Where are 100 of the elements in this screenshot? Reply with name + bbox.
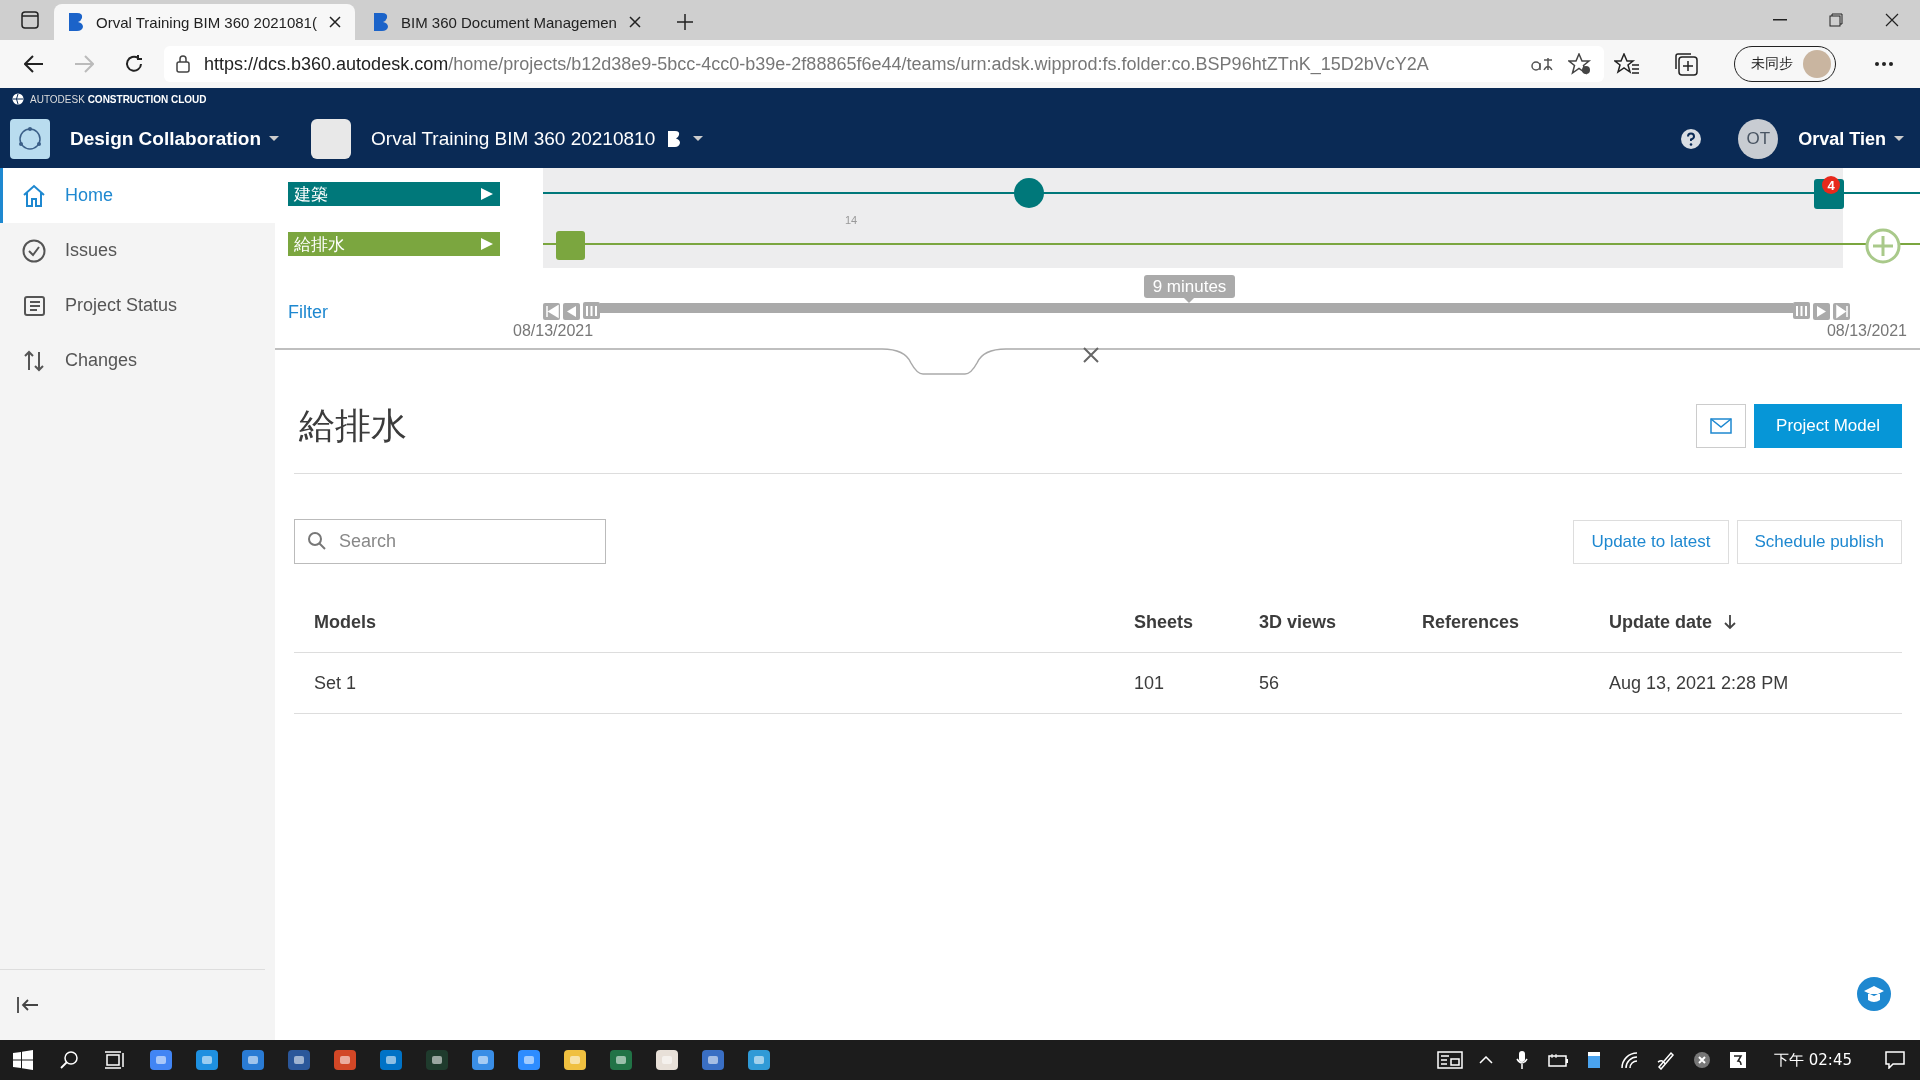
- favorites-icon[interactable]: [1614, 53, 1640, 75]
- wifi-icon[interactable]: [1620, 1051, 1640, 1069]
- module-icon[interactable]: [10, 119, 50, 159]
- app-icon[interactable]: [471, 1048, 495, 1072]
- help-icon[interactable]: [1680, 128, 1703, 150]
- back-arrow-icon[interactable]: [24, 55, 44, 73]
- restore-icon[interactable]: [1829, 13, 1843, 27]
- learning-icon[interactable]: [1856, 976, 1892, 1012]
- mail-icon: [1710, 418, 1733, 434]
- project-switcher[interactable]: Orval Training BIM 360 20210810: [365, 127, 710, 151]
- task-view-icon[interactable]: [104, 1050, 126, 1070]
- news-icon[interactable]: [1437, 1050, 1463, 1070]
- action-button[interactable]: Schedule publish: [1736, 519, 1902, 564]
- email-button[interactable]: [1696, 404, 1747, 448]
- start-date: 08/13/2021: [513, 322, 594, 339]
- table-cell: Set 1: [294, 653, 1114, 714]
- notifications-icon[interactable]: [1885, 1051, 1905, 1069]
- address-bar[interactable]: https://dcs.b360.autodesk.com/home/projects/b12d38e9-5bcc-4cc0-b39e-2f88865f6e44/teams/urn:adsk.wipprod:fs.folder:co.BSP96htZTnK_15D2bVcY2A: [164, 46, 1604, 82]
- pen-icon[interactable]: [1656, 1050, 1676, 1070]
- table-cell: Aug 13, 2021 2:28 PM: [1589, 653, 1902, 714]
- app-icon[interactable]: [425, 1048, 449, 1072]
- caret-icon: [269, 136, 280, 142]
- app-icon[interactable]: [333, 1048, 357, 1072]
- table-cell: 101: [1114, 653, 1239, 714]
- add-favorite-icon[interactable]: [1568, 53, 1592, 75]
- browser-tab[interactable]: BIM 360 Document Managemen: [358, 4, 655, 40]
- close-icon[interactable]: [1885, 13, 1899, 27]
- browser-tab[interactable]: Orval Training BIM 360 2021081(: [54, 4, 355, 40]
- logo-icon: [667, 130, 682, 148]
- app-icon[interactable]: [609, 1048, 633, 1072]
- skip-start-icon[interactable]: [543, 303, 560, 320]
- sidebar-item[interactable]: Project Status: [0, 278, 275, 333]
- end-date: 08/13/2021: [1826, 322, 1907, 339]
- app-icon[interactable]: [195, 1048, 219, 1072]
- table-cell: 56: [1239, 653, 1402, 714]
- lock-icon: [176, 55, 190, 73]
- action-button[interactable]: Update to latest: [1573, 519, 1729, 564]
- search-icon[interactable]: [59, 1050, 79, 1070]
- app-icon[interactable]: [149, 1048, 173, 1072]
- duration-tooltip: 9 minutes: [1144, 275, 1235, 303]
- url-text: https://dcs.b360.autodesk.com/home/projects/b12d38e9-5bcc-4cc0-b39e-2f88865f6e44/teams/urn:adsk.wipprod:fs.folder:co.BSP96htZTnK_15D2bVcY2A: [204, 53, 1429, 75]
- timeline-marker[interactable]: [1014, 178, 1044, 208]
- search-field[interactable]: Search: [294, 519, 606, 564]
- globe-logo-icon: [12, 93, 24, 105]
- home-icon: [21, 182, 47, 209]
- sidebar-item[interactable]: Home: [0, 168, 275, 223]
- collapse-icon[interactable]: [16, 996, 40, 1014]
- input-method-icon[interactable]: [1729, 1051, 1747, 1069]
- app-icon[interactable]: [517, 1048, 541, 1072]
- sort-arrow-icon: [1724, 614, 1737, 630]
- filter-link[interactable]: Filter: [288, 302, 500, 323]
- caret-icon: [693, 136, 704, 142]
- clock[interactable]: 下午 02:45: [1756, 1050, 1870, 1070]
- package-title: 給排水: [298, 403, 407, 448]
- play-icon: [480, 187, 494, 201]
- play-icon: [480, 237, 494, 251]
- minimize-icon[interactable]: [1773, 19, 1787, 21]
- range-handle[interactable]: [1793, 302, 1810, 319]
- favicon-icon: [68, 12, 84, 32]
- module-switcher[interactable]: Design Collaboration: [64, 127, 286, 151]
- app-icon[interactable]: [655, 1048, 679, 1072]
- search-icon: [307, 531, 327, 551]
- app-icon[interactable]: [241, 1048, 265, 1072]
- more-icon[interactable]: [1874, 61, 1894, 67]
- favicon-icon: [372, 12, 389, 32]
- app-icon[interactable]: [747, 1048, 771, 1072]
- app-icon[interactable]: [563, 1048, 587, 1072]
- close-icon[interactable]: [628, 16, 641, 28]
- app-icon[interactable]: [701, 1048, 725, 1072]
- tick-label: 14: [844, 214, 858, 226]
- plus-icon[interactable]: [675, 13, 694, 31]
- count-badge: 4: [1822, 176, 1840, 194]
- microphone-icon[interactable]: [1516, 1050, 1528, 1070]
- timeline-marker[interactable]: [556, 231, 585, 260]
- range-handle[interactable]: [583, 302, 600, 319]
- battery-icon[interactable]: [1547, 1053, 1569, 1067]
- close-icon[interactable]: [328, 16, 341, 28]
- error-icon[interactable]: [1693, 1051, 1711, 1069]
- app-icon[interactable]: [379, 1048, 403, 1072]
- column-header[interactable]: Models: [294, 592, 1114, 653]
- user-avatar[interactable]: OT: [1738, 119, 1779, 159]
- check-circle-icon: [21, 237, 47, 264]
- window-icon[interactable]: [1587, 1051, 1601, 1069]
- chevron-up-icon[interactable]: [1479, 1056, 1493, 1064]
- track-label[interactable]: 建築: [288, 182, 500, 206]
- sidebar-item[interactable]: Issues: [0, 223, 275, 278]
- brand-text: AUTODESK CONSTRUCTION CLOUD: [30, 93, 207, 105]
- user-menu[interactable]: Orval Tien: [1792, 127, 1910, 151]
- column-header[interactable]: Update date: [1589, 592, 1902, 653]
- tab-actions-icon[interactable]: [21, 11, 39, 29]
- column-header[interactable]: Sheets: [1114, 592, 1239, 653]
- refresh-icon[interactable]: [124, 54, 144, 74]
- app-icon[interactable]: [287, 1048, 311, 1072]
- avatar: [1803, 50, 1831, 78]
- column-header[interactable]: References: [1402, 592, 1589, 653]
- sidebar-item[interactable]: Changes: [0, 333, 275, 388]
- column-header[interactable]: 3D views: [1239, 592, 1402, 653]
- translate-icon[interactable]: [1530, 55, 1554, 73]
- collections-icon[interactable]: [1674, 52, 1700, 76]
- windows-logo-icon[interactable]: [13, 1050, 33, 1070]
